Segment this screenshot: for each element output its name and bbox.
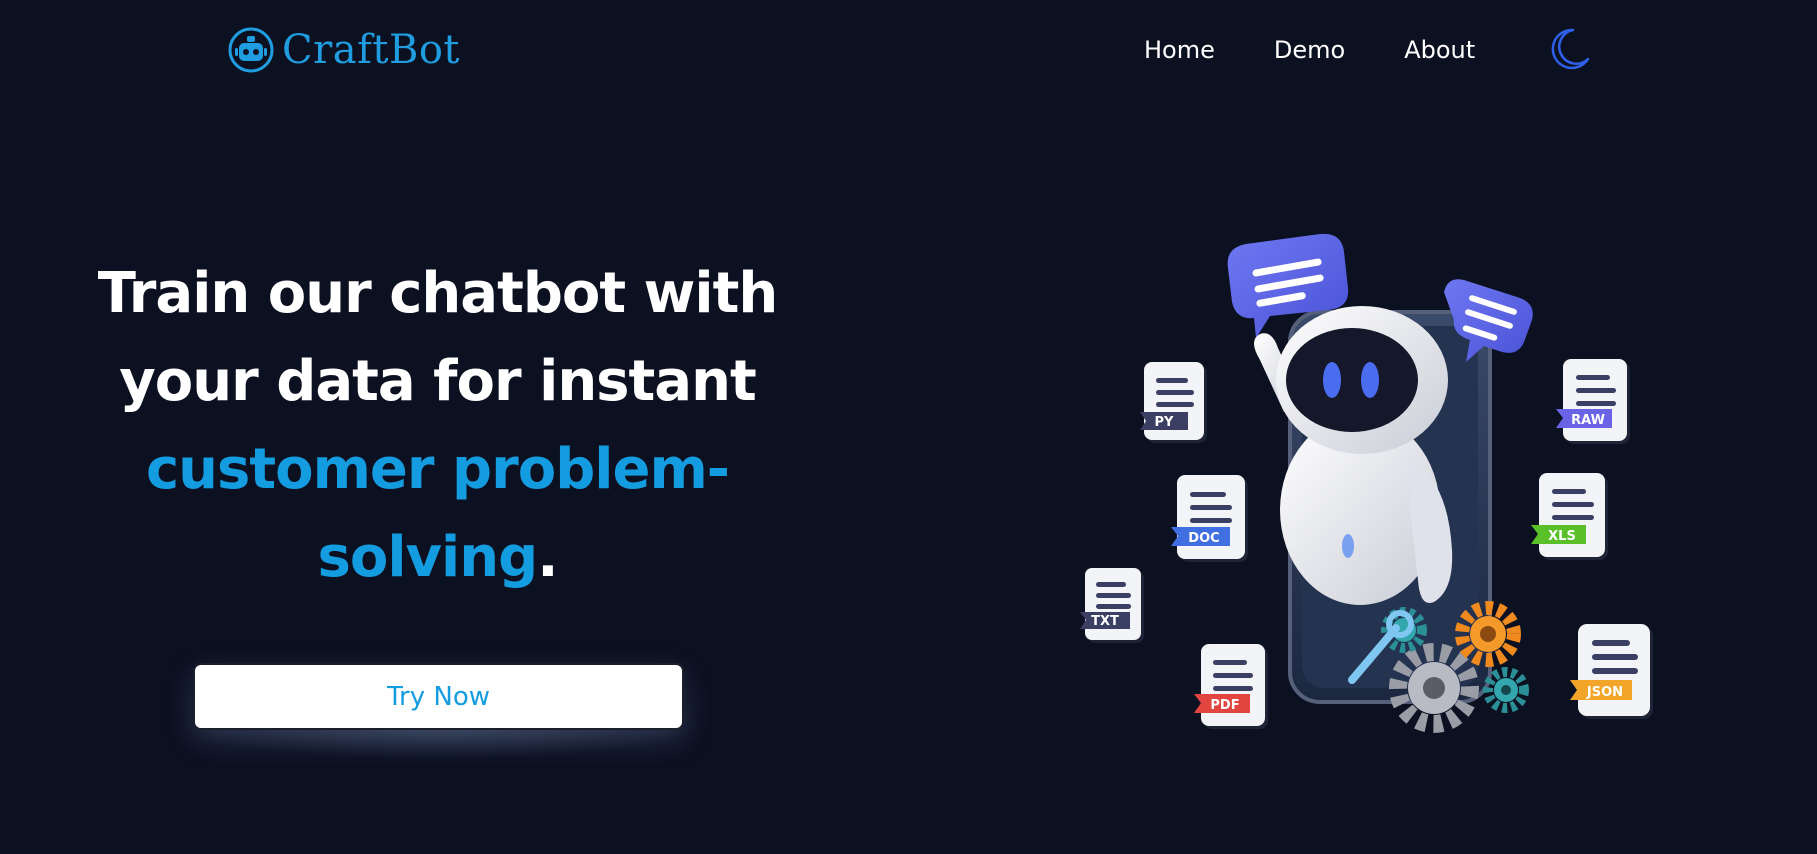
nav-about[interactable]: About [1404,30,1475,70]
file-raw-icon: RAW [1556,359,1630,444]
file-py-label: PY [1155,415,1175,430]
logo[interactable]: CraftBot [228,24,460,76]
hero-title-accent-1: customer problem- [145,437,730,502]
file-txt-icon: TXT [1080,568,1144,643]
brand-name: CraftBot [282,27,461,73]
hero-title: Train our chatbot with your data for ins… [60,250,815,602]
file-raw-label: RAW [1571,413,1605,428]
file-txt-label: TXT [1091,614,1119,629]
hero-illustration: PY DOC TXT PDF RAW XLS JSON [1070,230,1670,740]
hero-title-line-1: Train our chatbot with [97,261,778,326]
hero-title-period: . [537,525,558,590]
nav-home[interactable]: Home [1144,30,1215,70]
landing-page: CraftBot Home Demo About Train our chatb… [0,0,1817,854]
file-json-icon: JSON [1570,624,1653,719]
file-xls-icon: XLS [1531,473,1608,560]
main-nav: Home Demo About [1144,30,1475,70]
file-pdf-icon: PDF [1194,644,1268,729]
file-xls-label: XLS [1548,529,1576,544]
robot-mascot [1254,306,1453,605]
file-json-label: JSON [1586,685,1623,700]
gear-icon [1483,667,1529,713]
hero-title-line-2: your data for instant [119,349,756,414]
file-py-icon: PY [1140,362,1207,443]
try-now-button[interactable]: Try Now [193,663,684,730]
hero-title-accent-2: solving [317,525,539,590]
file-doc-label: DOC [1188,531,1219,546]
robot-icon [228,27,274,73]
chatbot-illustration: PY DOC TXT PDF RAW XLS JSON [1080,233,1653,733]
nav-demo[interactable]: Demo [1274,30,1345,70]
file-pdf-label: PDF [1210,698,1239,713]
file-doc-icon: DOC [1171,475,1248,562]
moon-icon[interactable] [1546,26,1592,72]
